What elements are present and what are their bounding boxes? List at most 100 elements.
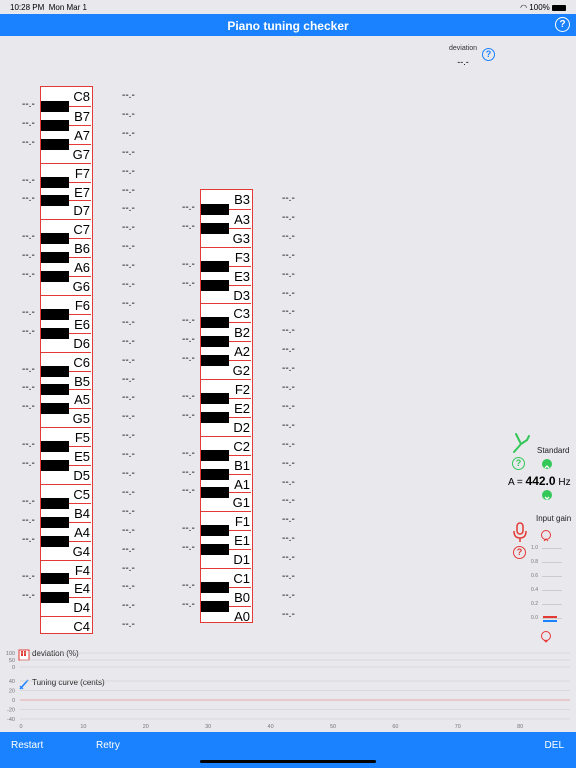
black-key[interactable] [201,392,229,404]
black-key[interactable] [201,279,229,291]
black-key[interactable] [41,271,69,282]
key-label: C1 [233,571,250,586]
key-label: G2 [232,363,250,379]
gain-down-button[interactable] [541,631,551,643]
tuning-fork-icon[interactable] [510,432,530,454]
black-key[interactable] [41,365,69,377]
white-key-deviation: --.- [122,468,135,479]
black-key-deviation: --.- [22,306,35,318]
black-key-deviation: --.- [22,250,35,262]
black-key[interactable] [41,441,69,453]
key-label: E2 [234,400,250,416]
black-key[interactable] [201,449,229,461]
key-label: C2 [233,438,250,454]
white-key-deviation: --.- [122,619,135,631]
frequency-down-button[interactable] [542,490,552,500]
white-key-deviation: --.- [122,524,135,536]
white-key-deviation: --.- [282,382,295,393]
black-key[interactable] [201,487,229,499]
black-key[interactable] [41,573,69,585]
black-key[interactable] [201,581,229,593]
white-key-deviation: --.- [122,505,135,517]
white-key-deviation: --.- [122,316,135,328]
black-key[interactable] [201,544,229,556]
curve-x-tick: 50 [330,724,336,730]
black-key[interactable] [201,260,229,272]
key-label: G3 [232,230,250,246]
gain-level-marker[interactable] [543,616,557,618]
black-key[interactable] [41,252,69,264]
black-key-deviation: --.- [182,258,195,270]
black-key-deviation: --.- [22,325,35,337]
black-key-deviation: --.- [22,571,35,583]
gain-tick-label: 0.8 [531,559,538,565]
key-label: G7 [72,146,90,162]
white-key-deviation: --.- [122,297,135,309]
help-button[interactable]: ? [555,17,570,32]
gain-up-button[interactable] [541,530,551,542]
curve-y-tick: 40 [9,679,15,685]
standard-help-icon[interactable]: ? [512,457,525,470]
key-label: D1 [233,552,250,568]
white-key-deviation: --.- [122,543,135,555]
curve-y-tick: 20 [9,689,15,695]
white-key-deviation: --.- [282,268,295,280]
key-label: B0 [234,589,250,605]
black-key[interactable] [41,384,69,396]
key-label: C8 [73,89,90,104]
del-button[interactable]: DEL [545,740,564,751]
key-label: G6 [72,279,90,294]
black-key[interactable] [201,355,229,367]
curve-x-tick: 10 [80,724,86,730]
black-key[interactable] [41,195,69,207]
black-key[interactable] [201,411,229,423]
black-key-deviation: --.- [182,485,195,497]
key-label: D2 [233,419,250,435]
black-key[interactable] [41,535,69,547]
key-label: B6 [74,241,90,257]
key-label: E6 [74,316,90,332]
key-label: F6 [74,297,90,313]
black-key[interactable] [41,592,69,604]
white-key-C4[interactable]: C4 [41,616,91,634]
gain-gridline [542,604,562,605]
black-key[interactable] [41,308,69,320]
white-key-deviation: --.- [282,306,295,318]
frequency-readout: A = 442.0 Hz [508,474,571,488]
black-key[interactable] [41,403,69,415]
key-label: B7 [74,108,90,124]
black-key[interactable] [41,138,69,150]
retry-button[interactable]: Retry [96,740,120,751]
key-label: A2 [234,344,250,360]
black-key[interactable] [41,460,69,471]
restart-button[interactable]: Restart [11,740,43,751]
black-key[interactable] [201,525,229,537]
black-key[interactable] [41,119,69,131]
black-key[interactable] [201,600,229,612]
white-key-deviation: --.- [122,373,135,385]
frequency-up-button[interactable] [542,459,552,469]
black-key[interactable] [41,176,69,188]
black-key[interactable] [41,233,69,245]
curve-x-tick: 60 [392,724,398,730]
key-label: B3 [234,192,250,207]
black-key[interactable] [201,317,229,329]
key-label: C7 [73,222,90,238]
white-key-deviation: --.- [122,165,135,177]
black-key[interactable] [201,222,229,234]
white-key-deviation: --.- [282,211,295,223]
black-key[interactable] [41,497,69,509]
deviation-help-icon[interactable]: ? [482,48,495,61]
black-key[interactable] [41,516,69,528]
black-key[interactable] [41,100,69,112]
input-level-marker [543,620,557,622]
black-key[interactable] [201,468,229,480]
black-key[interactable] [201,203,229,215]
microphone-icon[interactable] [511,522,529,544]
black-key-deviation: --.- [182,315,195,327]
black-key[interactable] [41,327,69,339]
curve-x-tick: 70 [455,724,461,730]
black-key[interactable] [201,336,229,348]
key-label: F2 [234,382,250,397]
white-key-deviation: --.- [282,476,295,488]
